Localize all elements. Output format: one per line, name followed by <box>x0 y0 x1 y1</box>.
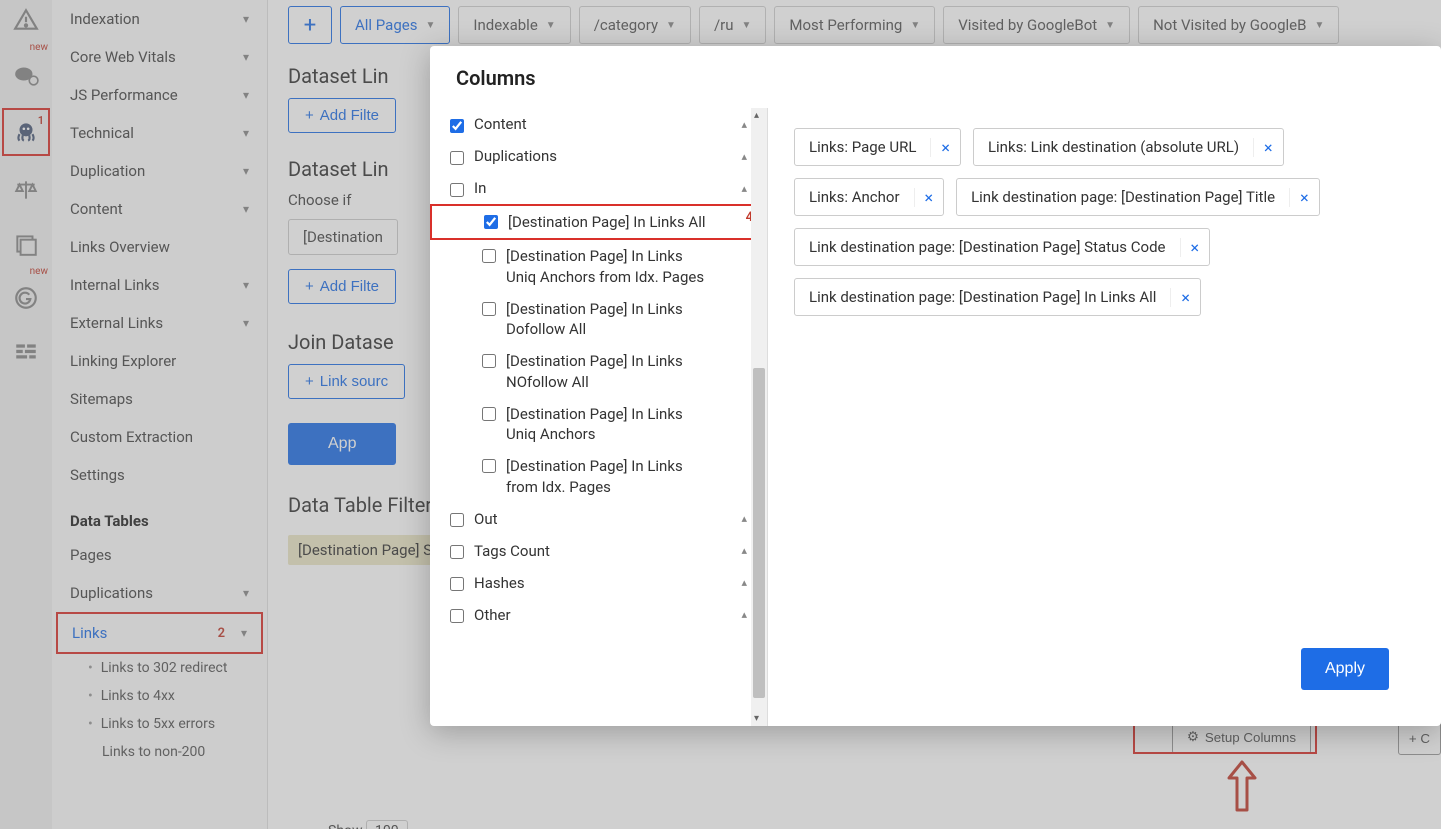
option-label: [Destination Page] In Links NOfollow All <box>506 351 716 392</box>
selected-column-chip[interactable]: Links: Link destination (absolute URL)× <box>973 128 1284 166</box>
option-checkbox[interactable] <box>482 407 496 421</box>
remove-chip-icon[interactable]: × <box>1170 288 1200 307</box>
option-checkbox[interactable] <box>482 459 496 473</box>
chip-label: Link destination page: [Destination Page… <box>957 179 1289 215</box>
columns-available-list: Content ▴ Duplications ▴ In ▴ [Destination Pag… <box>430 108 768 726</box>
option-label: [Destination Page] In Links Uniq Anchors <box>506 404 716 445</box>
group-label: Content <box>474 115 527 133</box>
scroll-thumb[interactable] <box>753 368 765 698</box>
selected-column-chip[interactable]: Link destination page: [Destination Page… <box>956 178 1320 216</box>
chevron-up-icon: ▴ <box>741 608 747 621</box>
group-label: Duplications <box>474 147 557 165</box>
scroll-down-icon[interactable]: ▾ <box>754 713 759 724</box>
group-label: Other <box>474 606 511 624</box>
remove-chip-icon[interactable]: × <box>1289 188 1319 207</box>
column-group-other[interactable]: Other ▴ <box>430 599 761 631</box>
group-checkbox[interactable] <box>450 513 464 527</box>
option-checkbox[interactable] <box>482 354 496 368</box>
column-group-tags-count[interactable]: Tags Count ▴ <box>430 535 761 567</box>
column-group-hashes[interactable]: Hashes ▴ <box>430 567 761 599</box>
columns-selected-panel: Links: Page URL×Links: Link destination … <box>768 108 1441 726</box>
group-label: Out <box>474 510 498 528</box>
chip-label: Links: Link destination (absolute URL) <box>974 129 1253 165</box>
column-group-duplications[interactable]: Duplications ▴ <box>430 140 761 172</box>
option-checkbox[interactable] <box>482 302 496 316</box>
column-group-out[interactable]: Out ▴ <box>430 503 761 535</box>
scroll-up-icon[interactable]: ▴ <box>754 110 759 121</box>
remove-chip-icon[interactable]: × <box>1253 138 1283 157</box>
selected-column-chip[interactable]: Links: Page URL× <box>794 128 961 166</box>
modal-title: Columns <box>430 46 1441 108</box>
chip-label: Links: Page URL <box>795 129 930 165</box>
columns-modal: Columns Content ▴ Duplications ▴ In ▴ [Destina… <box>430 46 1441 726</box>
group-checkbox[interactable] <box>450 577 464 591</box>
group-label: Tags Count <box>474 542 550 560</box>
column-option[interactable]: [Destination Page] In Links Uniq Anchors… <box>430 240 761 293</box>
modal-apply-button[interactable]: Apply <box>1301 648 1389 690</box>
chevron-up-icon: ▴ <box>741 118 747 131</box>
chevron-up-icon: ▴ <box>741 544 747 557</box>
option-label: [Destination Page] In Links from Idx. Pa… <box>506 456 716 497</box>
chip-label: Link destination page: [Destination Page… <box>795 229 1180 265</box>
group-checkbox[interactable] <box>450 545 464 559</box>
option-label: [Destination Page] In Links Dofollow All <box>506 299 716 340</box>
selected-column-chip[interactable]: Link destination page: [Destination Page… <box>794 278 1201 316</box>
group-label: Hashes <box>474 574 525 592</box>
remove-chip-icon[interactable]: × <box>1180 238 1210 257</box>
chevron-up-icon: ▴ <box>741 512 747 525</box>
group-checkbox[interactable] <box>450 183 464 197</box>
option-checkbox[interactable] <box>482 249 496 263</box>
column-option[interactable]: [Destination Page] In Links All4 <box>430 204 761 240</box>
selected-column-chip[interactable]: Link destination page: [Destination Page… <box>794 228 1210 266</box>
option-label: [Destination Page] In Links All <box>508 212 705 232</box>
option-label: [Destination Page] In Links Uniq Anchors… <box>506 246 716 287</box>
group-checkbox[interactable] <box>450 119 464 133</box>
selected-column-chip[interactable]: Links: Anchor× <box>794 178 944 216</box>
chip-label: Link destination page: [Destination Page… <box>795 279 1170 315</box>
column-group-in[interactable]: In ▴ <box>430 172 761 204</box>
option-checkbox[interactable] <box>484 215 498 229</box>
column-option[interactable]: [Destination Page] In Links from Idx. Pa… <box>430 450 761 503</box>
chevron-up-icon: ▴ <box>741 576 747 589</box>
chevron-up-icon: ▴ <box>741 182 747 195</box>
scrollbar[interactable]: ▴ ▾ <box>751 108 767 726</box>
chevron-up-icon: ▴ <box>741 150 747 163</box>
chip-label: Links: Anchor <box>795 179 914 215</box>
group-checkbox[interactable] <box>450 151 464 165</box>
remove-chip-icon[interactable]: × <box>914 188 944 207</box>
column-option[interactable]: [Destination Page] In Links Uniq Anchors <box>430 398 761 451</box>
column-option[interactable]: [Destination Page] In Links Dofollow All <box>430 293 761 346</box>
group-label: In <box>474 179 486 197</box>
remove-chip-icon[interactable]: × <box>930 138 960 157</box>
column-option[interactable]: [Destination Page] In Links NOfollow All <box>430 345 761 398</box>
column-group-content[interactable]: Content ▴ <box>430 108 761 140</box>
group-checkbox[interactable] <box>450 609 464 623</box>
